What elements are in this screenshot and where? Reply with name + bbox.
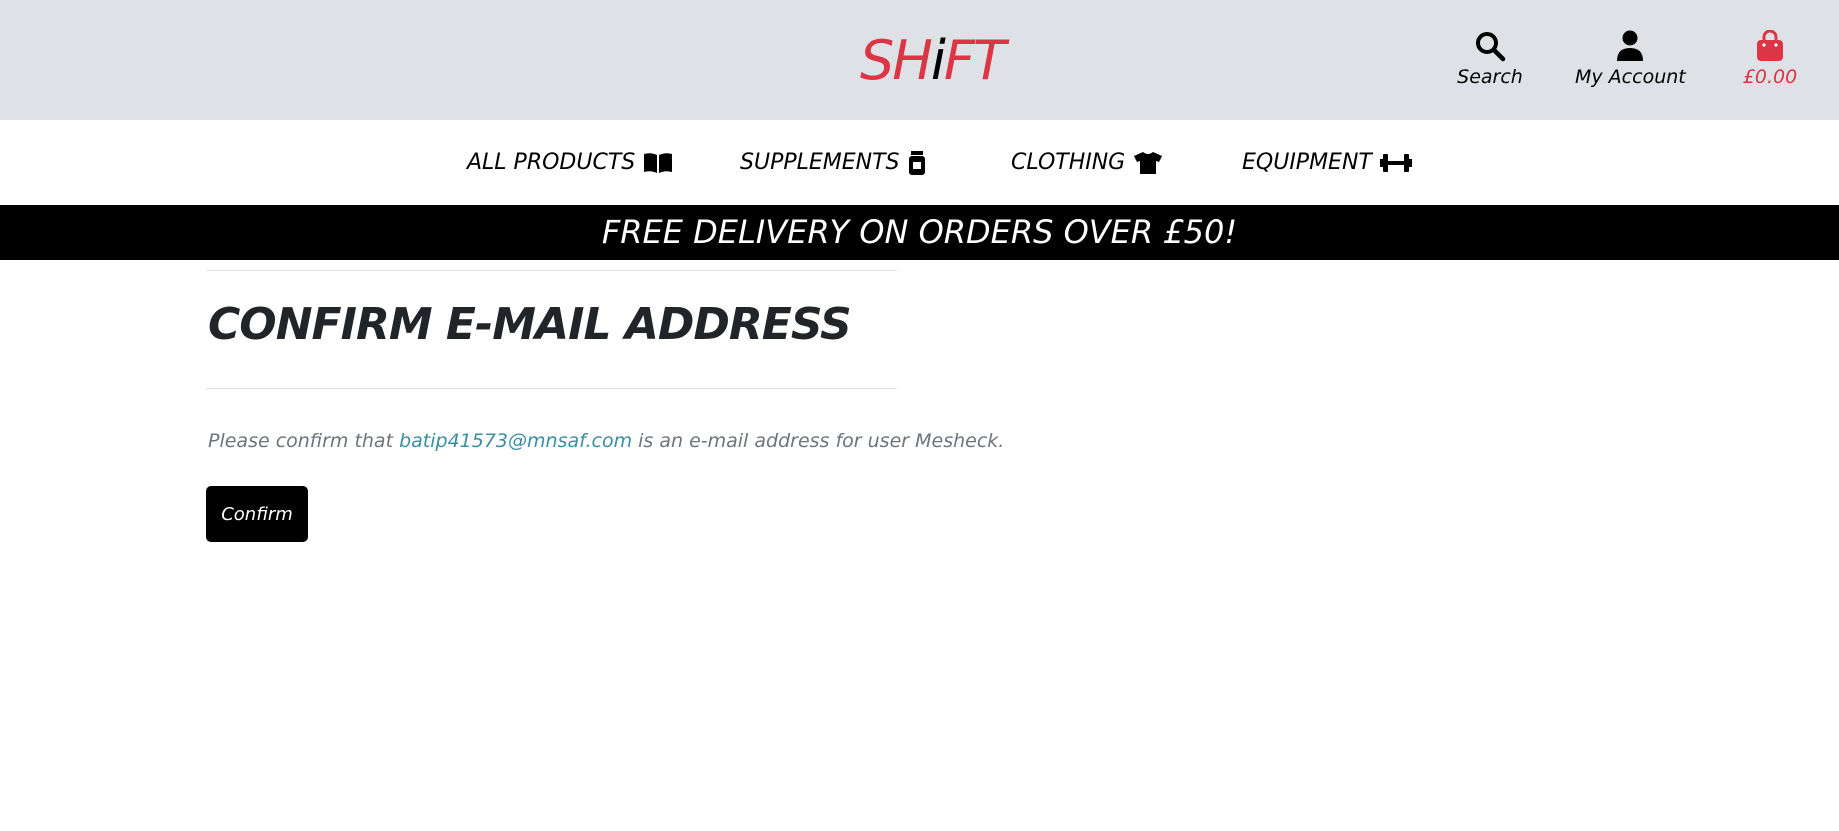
main-nav: ALL PRODUCTS SUPPLEMENTS CLOTHING EQUIPM… bbox=[0, 120, 1839, 205]
logo-i: i bbox=[930, 29, 946, 92]
nav-item-equipment[interactable]: EQUIPMENT bbox=[1242, 150, 1412, 175]
my-account-label: My Account bbox=[1575, 66, 1686, 88]
logo-prefix: SH bbox=[860, 29, 933, 92]
nav-item-all-products[interactable]: ALL PRODUCTS bbox=[467, 150, 673, 175]
tshirt-icon bbox=[1134, 151, 1163, 174]
site-logo[interactable]: SHiFT bbox=[860, 26, 1006, 96]
message-prefix: Please confirm that bbox=[208, 430, 400, 452]
nav-item-label: ALL PRODUCTS bbox=[467, 150, 636, 175]
confirmation-message: Please confirm that batip41573@mnsaf.com… bbox=[208, 430, 1004, 452]
book-open-icon bbox=[644, 152, 673, 173]
site-header: SHiFT Search My Account £0.00 bbox=[0, 0, 1839, 120]
search-link[interactable]: Search bbox=[1455, 30, 1525, 88]
free-delivery-banner: FREE DELIVERY ON ORDERS OVER £50! bbox=[0, 205, 1839, 260]
email-link[interactable]: batip41573@mnsaf.com bbox=[399, 430, 632, 452]
divider-bottom bbox=[206, 388, 897, 389]
user-icon bbox=[1617, 30, 1643, 61]
bag-total: £0.00 bbox=[1742, 66, 1798, 88]
message-suffix: is an e-mail address for user Mesheck. bbox=[632, 430, 1005, 452]
nav-item-label: EQUIPMENT bbox=[1242, 150, 1372, 175]
jar-icon bbox=[908, 150, 925, 175]
nav-item-clothing[interactable]: CLOTHING bbox=[1011, 150, 1163, 175]
banner-text: FREE DELIVERY ON ORDERS OVER £50! bbox=[601, 213, 1238, 251]
search-label: Search bbox=[1457, 66, 1523, 88]
nav-item-label: CLOTHING bbox=[1011, 150, 1126, 175]
shopping-bag-link[interactable]: £0.00 bbox=[1735, 30, 1805, 88]
confirm-button[interactable]: Confirm bbox=[206, 486, 308, 542]
my-account-link[interactable]: My Account bbox=[1575, 30, 1686, 88]
logo-suffix: FT bbox=[943, 29, 1006, 92]
page-title: CONFIRM E-MAIL ADDRESS bbox=[208, 299, 852, 350]
divider-top bbox=[206, 270, 897, 271]
nav-item-label: SUPPLEMENTS bbox=[740, 150, 900, 175]
dumbbell-icon bbox=[1379, 153, 1412, 172]
shopping-bag-icon bbox=[1757, 30, 1783, 61]
nav-item-supplements[interactable]: SUPPLEMENTS bbox=[740, 150, 926, 175]
search-icon bbox=[1476, 32, 1506, 62]
